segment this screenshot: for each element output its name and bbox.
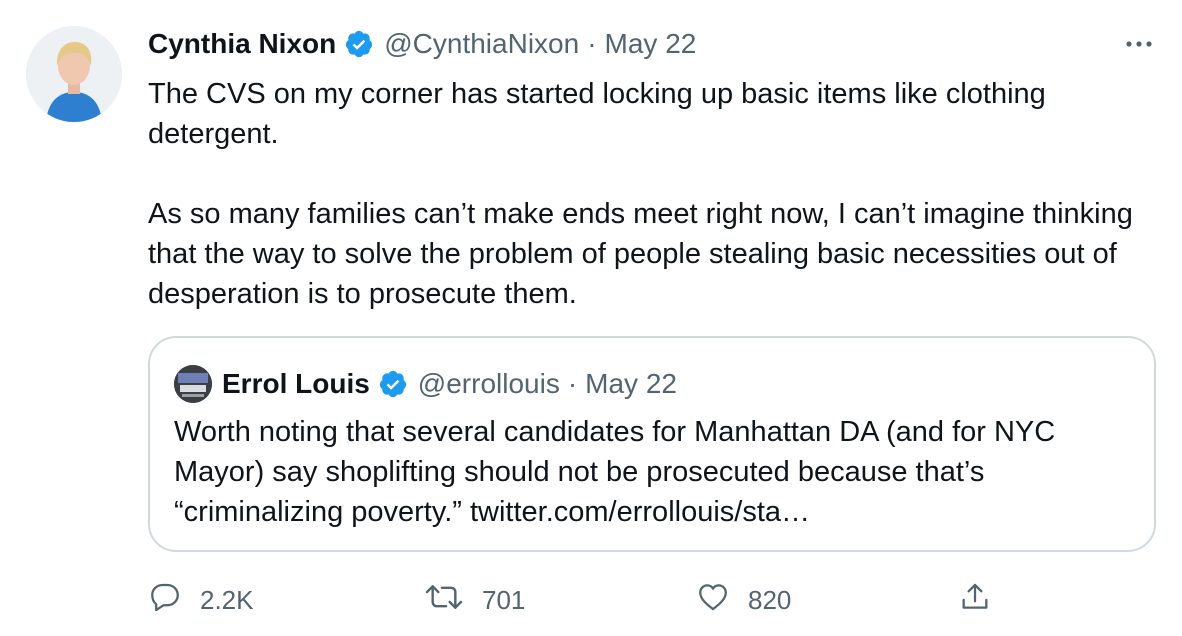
quoted-author-avatar <box>174 365 212 403</box>
like-count: 820 <box>748 584 792 615</box>
quoted-tweet[interactable]: Errol Louis @errollouis · May 22 Worth n… <box>148 336 1156 552</box>
quoted-tweet-date: May 22 <box>585 368 677 399</box>
author-handle[interactable]: @CynthiaNixon <box>384 28 579 60</box>
reply-count: 2.2K <box>200 584 254 615</box>
retweet-count: 701 <box>482 584 526 615</box>
tweet-header: Cynthia Nixon @CynthiaNixon · May 22 <box>148 24 1158 64</box>
tweet-text: The CVS on my corner has started locking… <box>148 78 1133 310</box>
quoted-tweet-text: Worth noting that several candidates for… <box>174 416 1056 528</box>
like-button[interactable]: 820 <box>696 580 791 620</box>
retweet-button[interactable]: 701 <box>424 580 525 620</box>
separator-dot: · <box>567 368 578 399</box>
share-icon <box>958 580 1010 621</box>
quoted-author-name: Errol Louis <box>222 368 370 399</box>
reply-icon <box>148 580 200 621</box>
author-avatar[interactable] <box>26 26 122 122</box>
share-button[interactable] <box>958 580 1010 620</box>
author-name[interactable]: Cynthia Nixon <box>148 28 336 60</box>
tweet-date[interactable]: May 22 <box>605 28 697 60</box>
verified-badge-icon <box>344 29 374 59</box>
heart-icon <box>696 580 748 621</box>
quoted-author-handle: @errollouis <box>417 368 560 399</box>
retweet-icon <box>424 580 482 621</box>
more-options-icon[interactable] <box>1124 32 1154 56</box>
tweet-actions: 2.2K 701 820 <box>148 580 1158 620</box>
verified-badge-icon <box>378 369 408 399</box>
separator-dot: · <box>587 28 597 59</box>
tweet-content: Cynthia Nixon @CynthiaNixon · May 22 The… <box>148 24 1158 314</box>
reply-button[interactable]: 2.2K <box>148 580 254 620</box>
quoted-tweet-header: Errol Louis @errollouis · May 22 <box>174 364 677 404</box>
tweet-card[interactable]: Cynthia Nixon @CynthiaNixon · May 22 The… <box>0 0 1182 636</box>
